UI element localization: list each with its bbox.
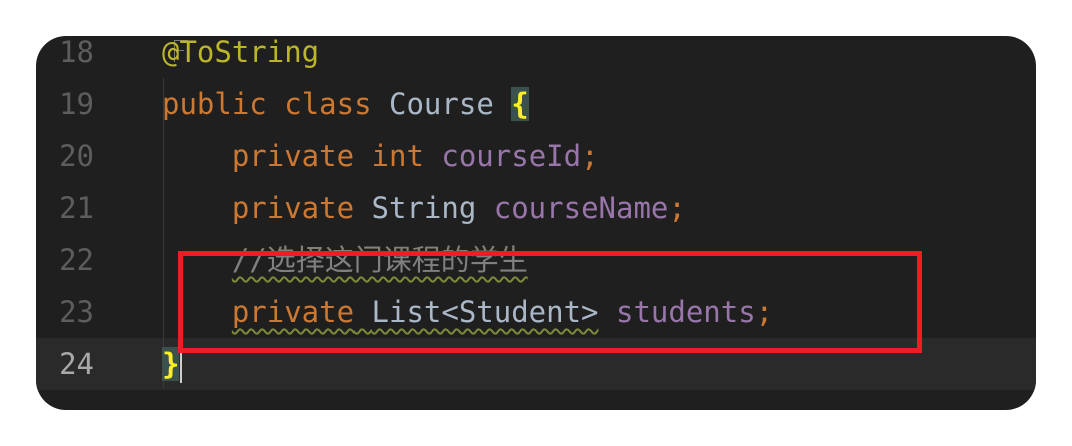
red-highlight-box: [178, 251, 922, 353]
code-line[interactable]: 21 private String courseName;: [36, 182, 1036, 234]
code-token: String: [371, 191, 477, 225]
code-token: public: [162, 87, 267, 121]
code-text: private String courseName;: [162, 182, 686, 234]
code-token: private: [231, 139, 355, 173]
line-number: 19: [59, 87, 94, 121]
code-token: Course: [389, 87, 494, 121]
code-line[interactable]: 20 private int courseId;: [36, 130, 1036, 182]
code-line[interactable]: 19 public class Course {: [36, 78, 1036, 130]
code-token: ;: [668, 191, 686, 225]
code-token: }: [162, 347, 180, 381]
code-token: courseName: [493, 191, 669, 225]
line-number: 24: [59, 347, 94, 381]
line-number: 20: [59, 139, 94, 173]
code-text: public class Course {: [162, 78, 529, 130]
code-text: private int courseId;: [162, 130, 599, 182]
code-token: private: [231, 191, 355, 225]
code-token: ;: [581, 139, 599, 173]
code-line[interactable]: 18 @ToString: [36, 36, 1036, 78]
text-caret: [180, 349, 183, 383]
line-number: 22: [59, 243, 94, 277]
code-editor[interactable]: 18 @ToString 19 public class Course {20 pri…: [36, 36, 1036, 410]
line-number: 21: [59, 191, 94, 225]
code-token: @ToString: [162, 36, 320, 69]
code-token: int: [371, 139, 424, 173]
line-number: 23: [59, 295, 94, 329]
code-token: class: [284, 87, 372, 121]
line-number: 18: [59, 36, 94, 69]
code-token: courseId: [441, 139, 582, 173]
code-text: @ToString: [162, 36, 319, 78]
code-token: {: [511, 87, 529, 121]
